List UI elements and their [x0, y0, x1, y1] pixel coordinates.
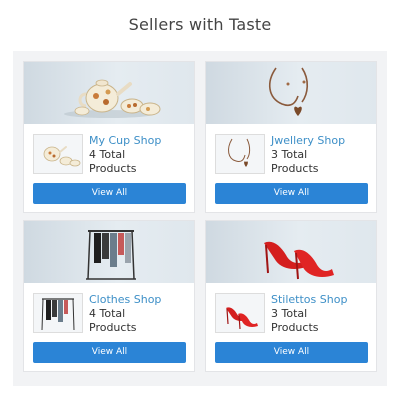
product-count-number: 4 Total: [89, 307, 126, 320]
teapot-cups-icon: [64, 79, 161, 118]
heart-necklace-icon: [228, 138, 251, 167]
page: Sellers with Taste My Cup Shop 4 Total P…: [0, 0, 400, 400]
shop-card-clothes: Clothes Shop 4 Total Products View All: [23, 220, 195, 372]
shop-thumbnail: [215, 293, 265, 333]
view-all-button[interactable]: View All: [33, 183, 186, 204]
red-stilettos-icon: [264, 241, 334, 280]
product-count: 4 Total Products: [89, 307, 189, 335]
shop-banner: [24, 62, 194, 124]
product-count-number: 4 Total: [89, 148, 126, 161]
shop-card-jwellery: Jwellery Shop 3 Total Products View All: [205, 61, 377, 213]
product-count: 3 Total Products: [271, 307, 371, 335]
heart-necklace-icon: [269, 67, 309, 116]
red-stilettos-icon: [226, 307, 258, 330]
shop-thumbnail: [33, 134, 83, 174]
view-all-button[interactable]: View All: [215, 183, 368, 204]
product-count: 4 Total Products: [89, 148, 189, 176]
teapot-cups-icon: [43, 146, 81, 167]
product-count-label: Products: [271, 162, 319, 175]
product-count-label: Products: [89, 162, 137, 175]
clothes-rack-icon: [86, 230, 136, 280]
product-count-number: 3 Total: [271, 307, 308, 320]
shop-name[interactable]: My Cup Shop: [89, 134, 161, 147]
shop-banner: [24, 221, 194, 283]
product-count-label: Products: [271, 321, 319, 334]
view-all-button[interactable]: View All: [215, 342, 368, 363]
shop-card-my-cup: My Cup Shop 4 Total Products View All: [23, 61, 195, 213]
sellers-panel: My Cup Shop 4 Total Products View All Jw…: [13, 51, 387, 386]
shop-banner: [206, 221, 376, 283]
shop-name[interactable]: Jwellery Shop: [271, 134, 345, 147]
shop-banner: [206, 62, 376, 124]
shop-name[interactable]: Stilettos Shop: [271, 293, 347, 306]
shop-name[interactable]: Clothes Shop: [89, 293, 161, 306]
shop-card-stilettos: Stilettos Shop 3 Total Products View All: [205, 220, 377, 372]
clothes-rack-icon: [41, 298, 75, 331]
shop-thumbnail: [33, 293, 83, 333]
view-all-button[interactable]: View All: [33, 342, 186, 363]
shop-thumbnail: [215, 134, 265, 174]
product-count-number: 3 Total: [271, 148, 308, 161]
page-title: Sellers with Taste: [128, 15, 272, 34]
product-count: 3 Total Products: [271, 148, 371, 176]
product-count-label: Products: [89, 321, 137, 334]
